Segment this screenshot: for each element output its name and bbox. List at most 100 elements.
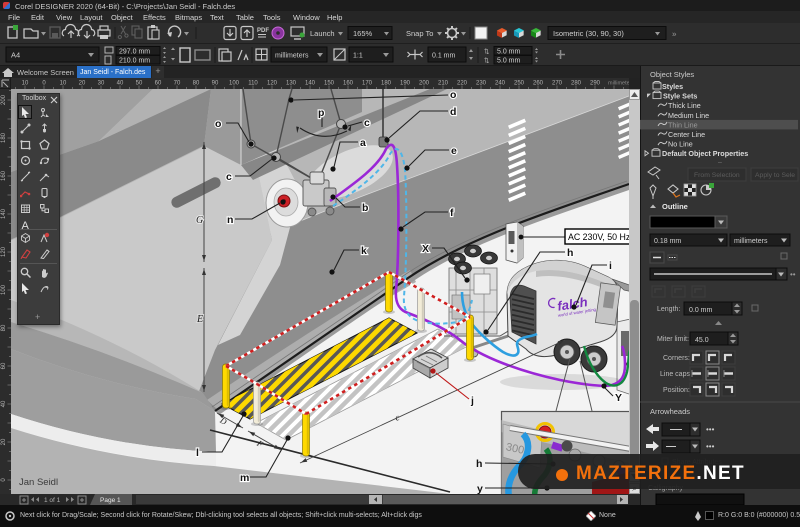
svg-text:110: 110 xyxy=(248,81,258,87)
svg-text:h: h xyxy=(567,247,573,259)
svg-text:170: 170 xyxy=(362,81,373,87)
svg-text:Y: Y xyxy=(615,392,622,404)
svg-text:297.0 mm: 297.0 mm xyxy=(119,49,150,56)
svg-text:40: 40 xyxy=(1,400,7,407)
svg-text:c: c xyxy=(364,117,370,129)
svg-text:k: k xyxy=(361,245,367,257)
svg-text:1 of 1: 1 of 1 xyxy=(44,497,61,504)
svg-text:1:1: 1:1 xyxy=(353,53,363,60)
svg-text:100: 100 xyxy=(229,81,240,87)
svg-text:⇅: ⇅ xyxy=(484,58,490,65)
svg-text:290: 290 xyxy=(590,81,601,87)
svg-text:250: 250 xyxy=(514,81,525,87)
svg-text:100: 100 xyxy=(1,284,7,295)
svg-text:280: 280 xyxy=(571,81,582,87)
svg-text:270: 270 xyxy=(552,81,563,87)
svg-text:140: 140 xyxy=(1,208,7,219)
svg-text:210.0 mm: 210.0 mm xyxy=(119,58,150,65)
svg-text:Styles: Styles xyxy=(662,82,683,91)
svg-text:•••: ••• xyxy=(706,425,715,434)
svg-text:m: m xyxy=(240,472,249,484)
svg-text:40: 40 xyxy=(117,81,124,87)
svg-text:260: 260 xyxy=(533,81,544,87)
svg-text:0.1 mm: 0.1 mm xyxy=(432,53,456,60)
svg-text:millimeters: millimeters xyxy=(275,53,309,60)
svg-text:a: a xyxy=(360,137,366,149)
svg-text:X: X xyxy=(422,243,429,255)
svg-text:Medium Line: Medium Line xyxy=(668,111,709,120)
svg-text:e: e xyxy=(451,145,457,157)
svg-text:d: d xyxy=(450,106,456,118)
svg-text:70: 70 xyxy=(174,81,181,87)
svg-text:220: 220 xyxy=(457,81,468,87)
svg-text:45.0: 45.0 xyxy=(695,337,709,344)
svg-text:Line caps:: Line caps: xyxy=(660,371,692,378)
svg-text:90: 90 xyxy=(212,81,219,87)
svg-text:j: j xyxy=(470,395,474,407)
svg-text:n: n xyxy=(227,214,233,226)
svg-text:p: p xyxy=(318,107,324,119)
svg-text:20: 20 xyxy=(79,81,86,87)
svg-text:120: 120 xyxy=(267,81,278,87)
svg-text:Outline: Outline xyxy=(662,202,688,211)
svg-text:»: » xyxy=(672,30,677,39)
svg-text:f: f xyxy=(450,207,454,219)
svg-text:PDF: PDF xyxy=(257,28,269,34)
svg-text:Page 1: Page 1 xyxy=(100,497,121,504)
svg-text:Isometric (30, 90, 30): Isometric (30, 90, 30) xyxy=(553,29,624,38)
svg-text:160: 160 xyxy=(1,170,7,181)
svg-text:180: 180 xyxy=(1,132,7,143)
svg-text:60: 60 xyxy=(1,362,7,369)
svg-text:210: 210 xyxy=(438,81,449,87)
svg-text:AC 230V, 50 Hz: AC 230V, 50 Hz xyxy=(568,232,629,242)
svg-text:Style Sets: Style Sets xyxy=(663,92,697,101)
svg-text:No Line: No Line xyxy=(668,140,693,149)
svg-text:Center Line: Center Line xyxy=(668,130,705,139)
svg-text:y: y xyxy=(477,483,483,494)
svg-text:G: G xyxy=(196,215,203,226)
svg-text:Position:: Position: xyxy=(663,387,690,394)
svg-text:5.0 mm: 5.0 mm xyxy=(497,49,521,56)
svg-text:E: E xyxy=(196,314,203,325)
svg-text:200: 200 xyxy=(1,94,7,105)
svg-text:Miter limit:: Miter limit: xyxy=(657,336,689,343)
svg-text:h: h xyxy=(476,458,482,470)
svg-text:Length:: Length: xyxy=(657,306,680,313)
svg-text:A4: A4 xyxy=(11,51,20,60)
svg-text:c: c xyxy=(226,171,232,183)
svg-text:165%: 165% xyxy=(353,29,373,38)
svg-text:30: 30 xyxy=(98,81,105,87)
svg-text:160: 160 xyxy=(343,81,354,87)
svg-text:l: l xyxy=(196,447,199,459)
svg-text:Arrowheads: Arrowheads xyxy=(650,407,690,416)
svg-text:120: 120 xyxy=(1,246,7,257)
svg-text:80: 80 xyxy=(1,324,7,331)
svg-text:o: o xyxy=(450,89,456,101)
svg-text:180: 180 xyxy=(381,81,392,87)
svg-text:From Selection: From Selection xyxy=(694,172,740,179)
svg-text:••: •• xyxy=(790,270,796,279)
svg-text:millimeters: millimeters xyxy=(734,238,768,245)
svg-text:Apply to Sele: Apply to Sele xyxy=(755,172,795,179)
svg-text:200: 200 xyxy=(419,81,430,87)
svg-text:millimeters: millimeters xyxy=(608,81,629,87)
svg-text:60: 60 xyxy=(155,81,162,87)
svg-text:Default Object Properties: Default Object Properties xyxy=(662,149,748,158)
svg-text:o: o xyxy=(215,118,221,130)
svg-text:150: 150 xyxy=(324,81,335,87)
svg-text:0.0 mm: 0.0 mm xyxy=(689,307,713,314)
svg-text:Corners:: Corners: xyxy=(663,355,690,362)
svg-text:0.18 mm: 0.18 mm xyxy=(654,238,681,245)
svg-text:⇅: ⇅ xyxy=(484,49,490,56)
svg-text:b: b xyxy=(362,202,368,214)
svg-text:Launch: Launch xyxy=(310,29,335,38)
svg-text:i: i xyxy=(609,260,612,272)
svg-text:Thick Line: Thick Line xyxy=(668,101,701,110)
svg-text:20: 20 xyxy=(1,438,7,445)
svg-text:Thin Line: Thin Line xyxy=(668,120,698,129)
svg-text:230: 230 xyxy=(476,81,487,87)
svg-text:5.0 mm: 5.0 mm xyxy=(497,58,521,65)
svg-text:–: – xyxy=(718,159,722,166)
svg-text:190: 190 xyxy=(400,81,411,87)
svg-text:•••: ••• xyxy=(706,442,715,451)
